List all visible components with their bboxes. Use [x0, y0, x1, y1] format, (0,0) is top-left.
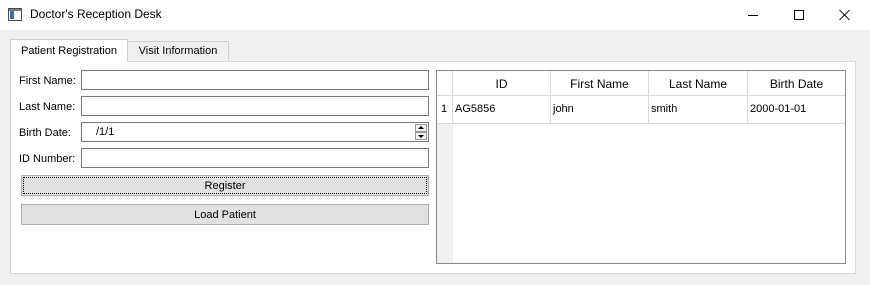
birth-date-spin-buttons: [415, 124, 427, 140]
app-window-icon: [8, 8, 22, 21]
row-header-1[interactable]: 1: [437, 96, 453, 124]
last-name-label: Last Name:: [19, 101, 76, 113]
maximize-button[interactable]: [776, 0, 822, 30]
load-patient-button[interactable]: Load Patient: [21, 204, 429, 225]
title-bar: Doctor's Reception Desk: [0, 0, 870, 30]
close-icon: [839, 9, 851, 21]
spin-up-arrow-icon[interactable]: [415, 124, 427, 132]
birth-date-value: /1/1: [96, 126, 115, 138]
window-title: Doctor's Reception Desk: [30, 7, 162, 21]
table-corner-button[interactable]: [437, 71, 453, 96]
table-cell-last-name[interactable]: smith: [649, 96, 748, 124]
minimize-icon: [748, 14, 758, 16]
register-button[interactable]: Register: [21, 175, 429, 196]
column-header-first-name[interactable]: First Name: [551, 71, 649, 96]
column-header-id[interactable]: ID: [453, 71, 551, 96]
table-cell-id[interactable]: AG5856: [453, 96, 551, 124]
tab-patient-registration[interactable]: Patient Registration: [10, 39, 128, 62]
column-header-birth-date[interactable]: Birth Date: [748, 71, 845, 96]
last-name-field[interactable]: [81, 96, 429, 116]
column-header-last-name[interactable]: Last Name: [649, 71, 748, 96]
tab-visit-information[interactable]: Visit Information: [128, 41, 229, 61]
table-cell-first-name[interactable]: john: [551, 96, 649, 124]
spin-down-arrow-icon[interactable]: [415, 132, 427, 140]
id-number-field[interactable]: [81, 148, 429, 168]
first-name-field[interactable]: [81, 70, 429, 90]
minimize-button[interactable]: [730, 0, 776, 30]
table-cell-birth-date[interactable]: 2000-01-01: [748, 96, 845, 124]
maximize-icon: [794, 10, 804, 20]
birth-date-label: Birth Date:: [19, 127, 71, 139]
id-number-label: ID Number:: [19, 153, 76, 165]
patients-table[interactable]: ID First Name Last Name Birth Date 1 AG5…: [436, 70, 846, 264]
first-name-label: First Name:: [19, 75, 76, 87]
birth-date-picker[interactable]: /1/1: [81, 122, 429, 142]
close-button[interactable]: [822, 0, 868, 30]
